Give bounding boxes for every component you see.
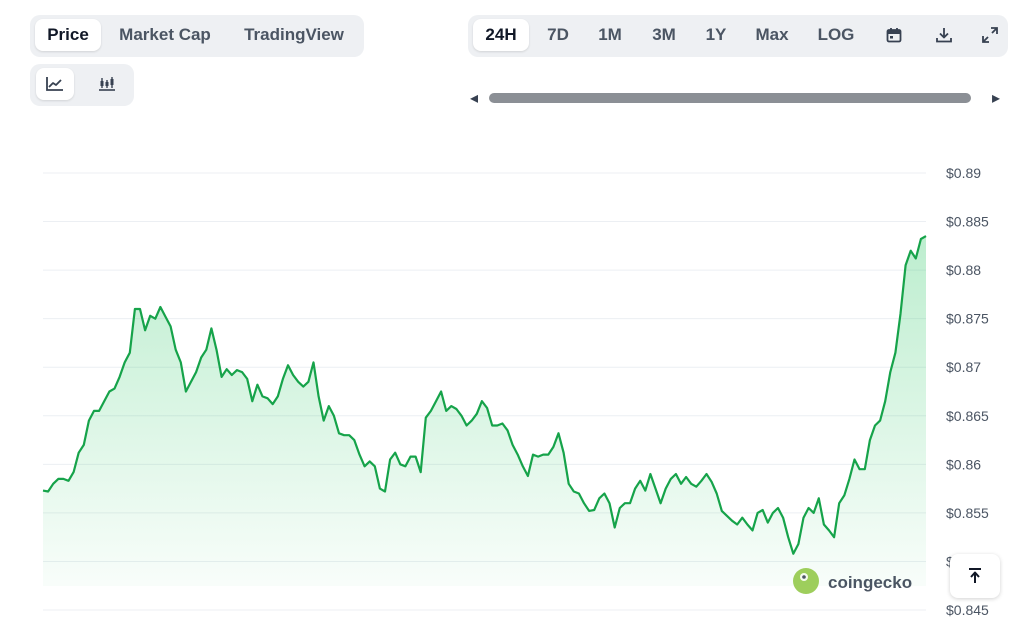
- log-toggle[interactable]: LOG: [808, 19, 864, 51]
- range-1y[interactable]: 1Y: [696, 19, 736, 51]
- y-tick-label: $0.885: [946, 214, 989, 230]
- tab-tradingview[interactable]: TradingView: [230, 19, 358, 51]
- fullscreen-button[interactable]: [974, 19, 1006, 51]
- y-tick-label: $0.875: [946, 311, 989, 327]
- chart-style-toggle: [30, 64, 134, 106]
- calendar-button[interactable]: [875, 19, 913, 51]
- y-tick-label: $0.88: [946, 262, 981, 278]
- tab-market-cap[interactable]: Market Cap: [108, 19, 222, 51]
- range-max[interactable]: Max: [746, 19, 798, 51]
- y-tick-label: $0.855: [946, 505, 989, 521]
- scrollbar-thumb[interactable]: [489, 93, 971, 103]
- range-scrollbar[interactable]: ◂ ▸: [468, 86, 1008, 110]
- y-tick-label: $0.865: [946, 408, 989, 424]
- range-7d[interactable]: 7D: [536, 19, 580, 51]
- download-button[interactable]: [925, 19, 963, 51]
- y-tick-label: $0.845: [946, 602, 989, 618]
- range-1m[interactable]: 1M: [588, 19, 632, 51]
- tab-price[interactable]: Price: [35, 19, 101, 51]
- calendar-icon: [886, 28, 902, 43]
- range-3m[interactable]: 3M: [642, 19, 686, 51]
- y-tick-label: $0.89: [946, 165, 981, 181]
- scroll-left-arrow[interactable]: ◂: [470, 88, 478, 108]
- coingecko-logo-icon: [793, 568, 819, 594]
- price-series-line: [42, 235, 927, 555]
- coingecko-watermark: coingecko: [793, 568, 912, 594]
- download-icon: [936, 28, 952, 43]
- scroll-right-arrow[interactable]: ▸: [992, 88, 1000, 108]
- arrow-up-to-line-icon: [969, 568, 981, 583]
- line-chart-button[interactable]: [36, 68, 74, 100]
- chart-type-tabs: Price Market Cap TradingView: [30, 15, 364, 57]
- scroll-to-top-button[interactable]: [950, 554, 1000, 598]
- line-chart-icon: [46, 77, 63, 91]
- candlestick-chart-button[interactable]: [88, 68, 126, 100]
- range-selector: 24H 7D 1M 3M 1Y Max LOG: [468, 15, 1008, 57]
- range-24h[interactable]: 24H: [473, 19, 529, 51]
- y-tick-label: $0.86: [946, 456, 981, 472]
- candlestick-chart-icon: [99, 77, 115, 91]
- price-area-fill: [43, 236, 926, 586]
- fullscreen-icon: [982, 27, 998, 43]
- coingecko-wordmark: coingecko: [828, 573, 912, 592]
- y-tick-label: $0.87: [946, 359, 981, 375]
